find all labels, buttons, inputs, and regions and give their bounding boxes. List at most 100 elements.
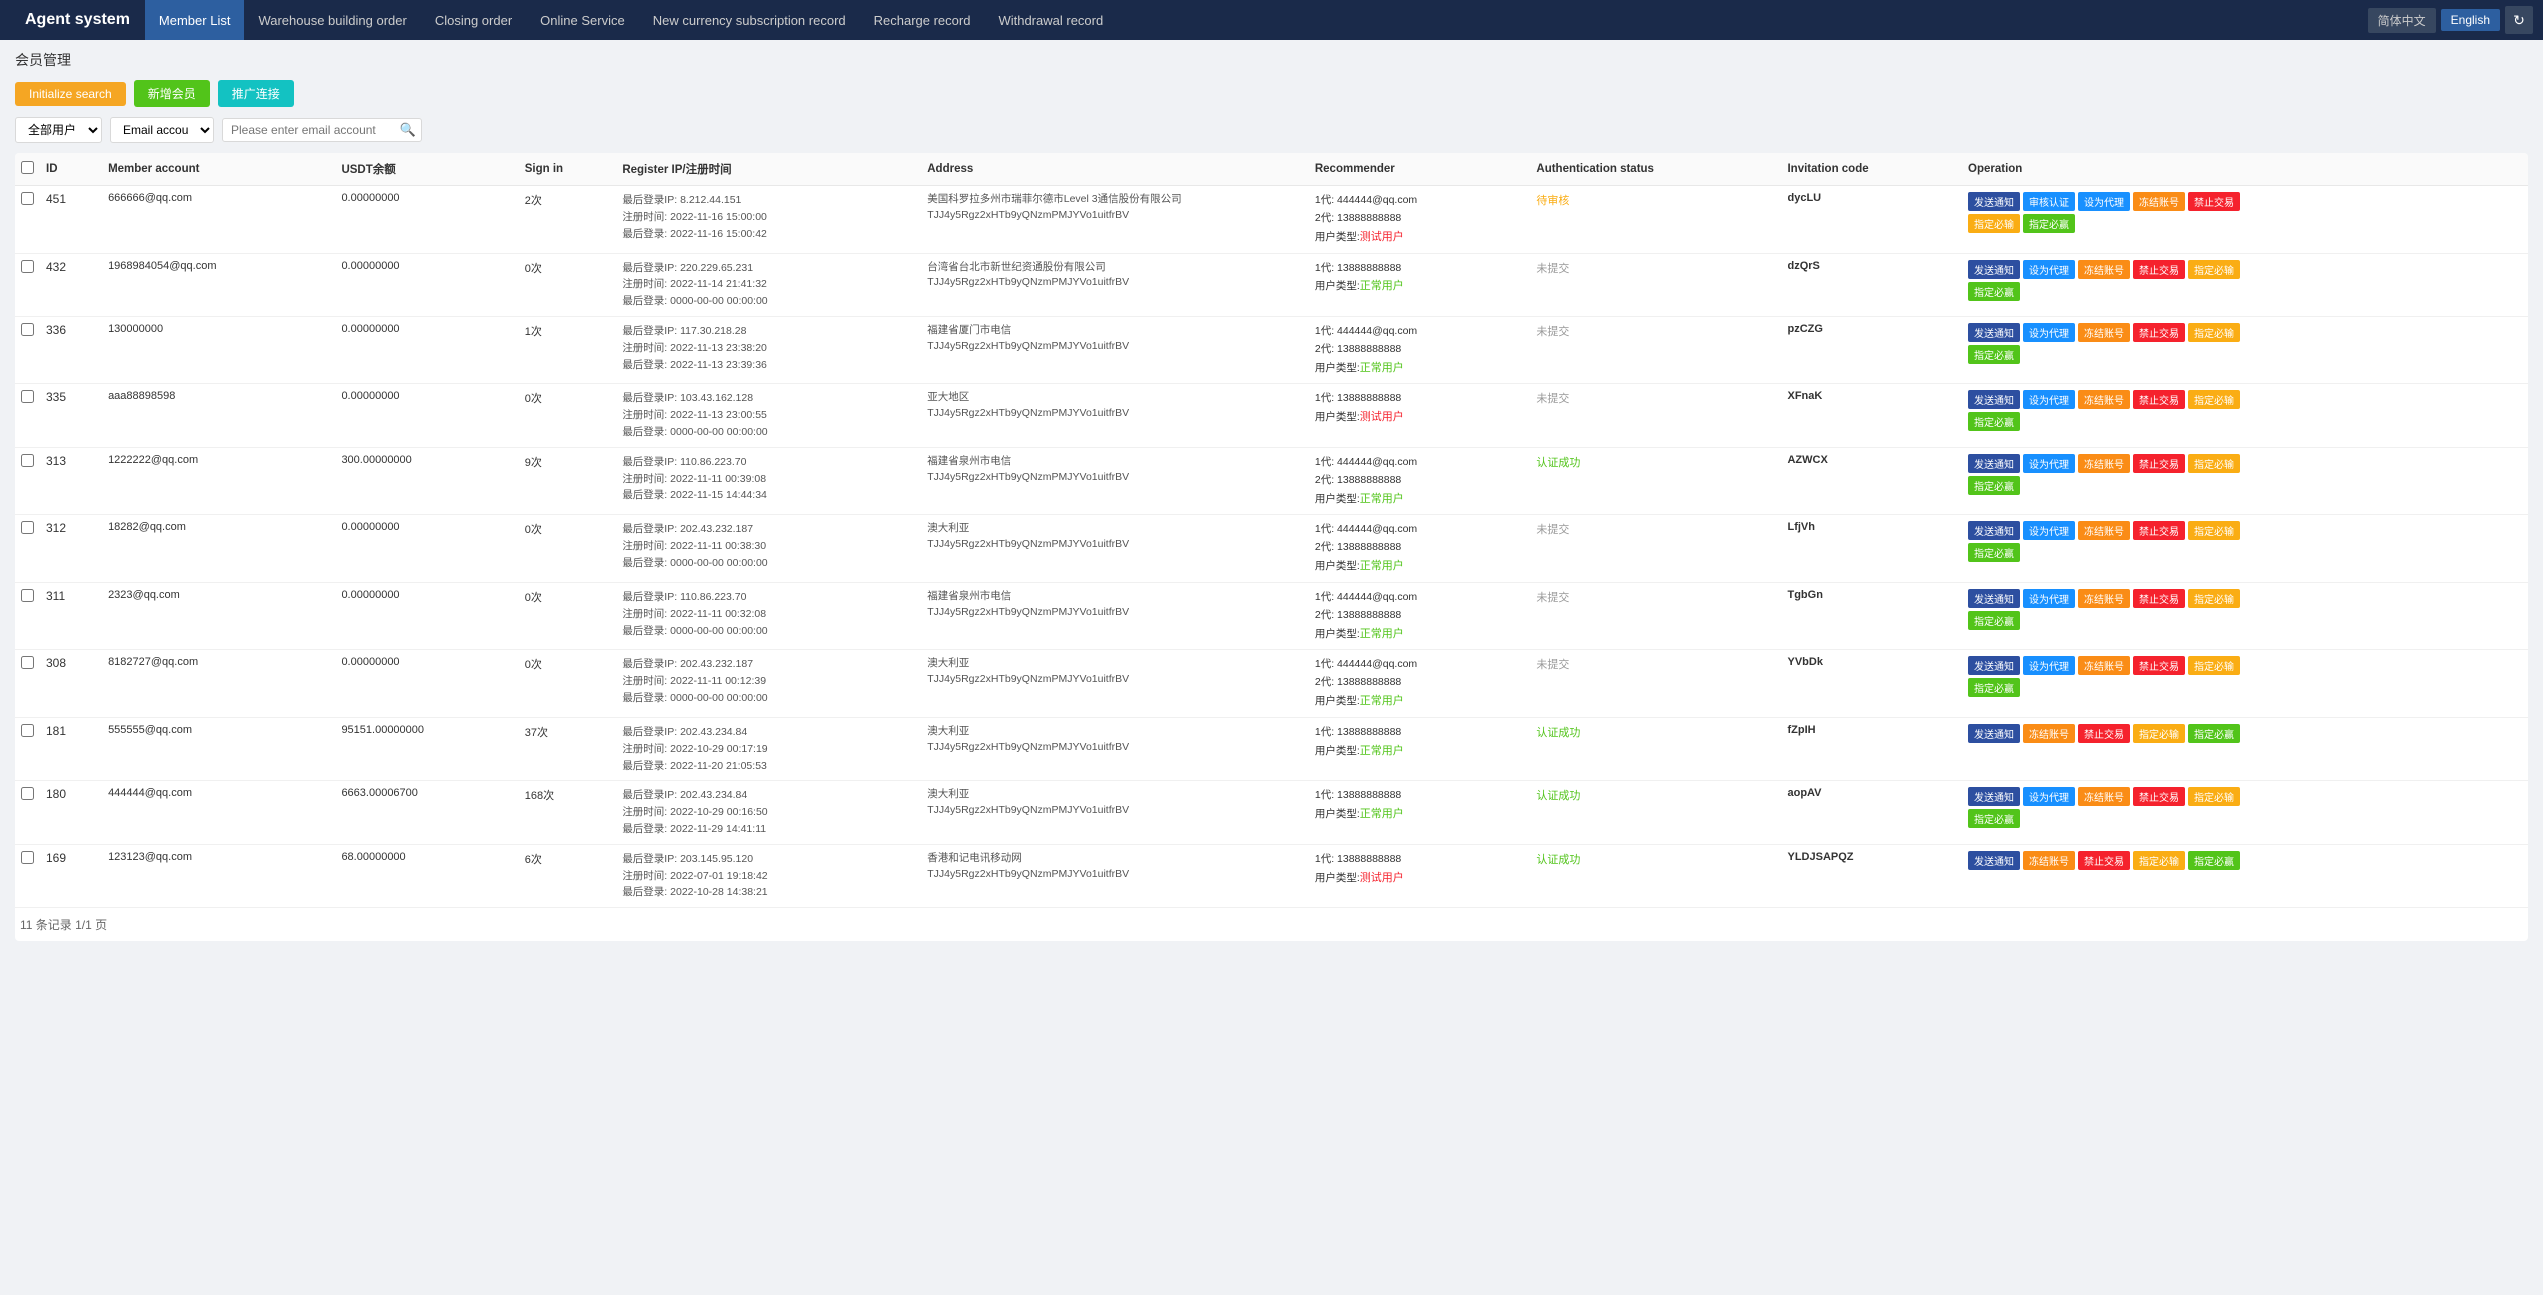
nav-withdrawal[interactable]: Withdrawal record (984, 0, 1117, 40)
row-checkbox[interactable] (21, 323, 34, 336)
op-btn-禁止交易[interactable]: 禁止交易 (2188, 192, 2240, 211)
new-member-button[interactable]: 新增会员 (134, 80, 210, 107)
search-icon[interactable]: 🔍 (400, 122, 416, 138)
op-btn-指定必赢[interactable]: 指定必赢 (1968, 809, 2020, 828)
op-btn-指定必输[interactable]: 指定必输 (2188, 390, 2240, 409)
op-btn-发送通知[interactable]: 发送通知 (1968, 521, 2020, 540)
op-btn-设为代理[interactable]: 设为代理 (2023, 323, 2075, 342)
op-btn-禁止交易[interactable]: 禁止交易 (2133, 787, 2185, 806)
op-btn-冻结账号[interactable]: 冻结账号 (2023, 851, 2075, 870)
lang-en-button[interactable]: English (2441, 9, 2500, 31)
row-checkbox[interactable] (21, 192, 34, 205)
op-btn-指定必输[interactable]: 指定必输 (2188, 323, 2240, 342)
op-btn-指定必赢[interactable]: 指定必赢 (2023, 214, 2075, 233)
cell-ip: 最后登录IP: 110.86.223.70注册时间: 2022-11-11 00… (616, 447, 921, 515)
op-btn-指定必输[interactable]: 指定必输 (2133, 851, 2185, 870)
op-btn-发送通知[interactable]: 发送通知 (1968, 851, 2020, 870)
nav-new-currency[interactable]: New currency subscription record (639, 0, 860, 40)
row-checkbox[interactable] (21, 656, 34, 669)
row-checkbox[interactable] (21, 589, 34, 602)
op-btn-设为代理[interactable]: 设为代理 (2023, 656, 2075, 675)
cell-ip: 最后登录IP: 103.43.162.128注册时间: 2022-11-13 2… (616, 384, 921, 447)
op-btn-冻结账号[interactable]: 冻结账号 (2078, 323, 2130, 342)
op-btn-发送通知[interactable]: 发送通知 (1968, 454, 2020, 473)
op-btn-指定必输[interactable]: 指定必输 (2188, 454, 2240, 473)
op-btn-指定必输[interactable]: 指定必输 (1968, 214, 2020, 233)
op-btn-指定必赢[interactable]: 指定必赢 (1968, 611, 2020, 630)
init-search-button[interactable]: Initialize search (15, 82, 126, 106)
nav-warehouse[interactable]: Warehouse building order (244, 0, 420, 40)
op-btn-指定必输[interactable]: 指定必输 (2188, 521, 2240, 540)
op-btn-禁止交易[interactable]: 禁止交易 (2133, 390, 2185, 409)
op-btn-禁止交易[interactable]: 禁止交易 (2133, 521, 2185, 540)
op-btn-指定必赢[interactable]: 指定必赢 (1968, 678, 2020, 697)
op-btn-冻结账号[interactable]: 冻结账号 (2078, 260, 2130, 279)
op-btn-冻结账号[interactable]: 冻结账号 (2078, 787, 2130, 806)
op-btn-发送通知[interactable]: 发送通知 (1968, 724, 2020, 743)
cell-account: 555555@qq.com (102, 717, 335, 780)
row-checkbox[interactable] (21, 260, 34, 273)
op-btn-发送通知[interactable]: 发送通知 (1968, 656, 2020, 675)
op-btn-设为代理[interactable]: 设为代理 (2023, 390, 2075, 409)
op-btn-冻结账号[interactable]: 冻结账号 (2078, 656, 2130, 675)
op-btn-设为代理[interactable]: 设为代理 (2023, 521, 2075, 540)
op-btn-冻结账号[interactable]: 冻结账号 (2078, 521, 2130, 540)
op-btn-设为代理[interactable]: 设为代理 (2023, 260, 2075, 279)
op-btn-禁止交易[interactable]: 禁止交易 (2078, 724, 2130, 743)
row-checkbox[interactable] (21, 787, 34, 800)
op-btn-设为代理[interactable]: 设为代理 (2023, 787, 2075, 806)
op-btn-指定必输[interactable]: 指定必输 (2188, 787, 2240, 806)
cell-ip: 最后登录IP: 117.30.218.28注册时间: 2022-11-13 23… (616, 316, 921, 384)
op-btn-设为代理[interactable]: 设为代理 (2078, 192, 2130, 211)
op-btn-禁止交易[interactable]: 禁止交易 (2078, 851, 2130, 870)
cell-operation: 发送通知设为代理冻结账号禁止交易指定必输指定必赢 (1962, 384, 2528, 447)
row-checkbox[interactable] (21, 521, 34, 534)
op-btn-指定必赢[interactable]: 指定必赢 (1968, 412, 2020, 431)
op-btn-发送通知[interactable]: 发送通知 (1968, 323, 2020, 342)
op-btn-冻结账号[interactable]: 冻结账号 (2023, 724, 2075, 743)
op-btn-发送通知[interactable]: 发送通知 (1968, 260, 2020, 279)
op-btn-禁止交易[interactable]: 禁止交易 (2133, 323, 2185, 342)
op-btn-禁止交易[interactable]: 禁止交易 (2133, 589, 2185, 608)
nav-recharge[interactable]: Recharge record (860, 0, 985, 40)
op-btn-冻结账号[interactable]: 冻结账号 (2078, 589, 2130, 608)
op-btn-冻结账号[interactable]: 冻结账号 (2133, 192, 2185, 211)
select-all-checkbox[interactable] (21, 161, 34, 174)
op-btn-冻结账号[interactable]: 冻结账号 (2078, 390, 2130, 409)
op-btn-指定必输[interactable]: 指定必输 (2188, 589, 2240, 608)
op-btn-冻结账号[interactable]: 冻结账号 (2078, 454, 2130, 473)
op-btn-指定必输[interactable]: 指定必输 (2188, 260, 2240, 279)
op-btn-指定必赢[interactable]: 指定必赢 (1968, 345, 2020, 364)
op-btn-发送通知[interactable]: 发送通知 (1968, 589, 2020, 608)
row-checkbox[interactable] (21, 851, 34, 864)
op-btn-指定必赢[interactable]: 指定必赢 (1968, 543, 2020, 562)
row-checkbox[interactable] (21, 724, 34, 737)
promo-link-button[interactable]: 推广连接 (218, 80, 294, 107)
op-btn-发送通知[interactable]: 发送通知 (1968, 787, 2020, 806)
op-btn-审核认证[interactable]: 审核认证 (2023, 192, 2075, 211)
search-input[interactable] (222, 118, 422, 142)
cell-usdt: 0.00000000 (335, 316, 518, 384)
op-btn-指定必赢[interactable]: 指定必赢 (1968, 282, 2020, 301)
search-field-select[interactable]: Email accou (110, 117, 214, 143)
op-btn-指定必赢[interactable]: 指定必赢 (2188, 851, 2240, 870)
row-checkbox[interactable] (21, 454, 34, 467)
user-type-select[interactable]: 全部用户 (15, 117, 102, 143)
op-btn-设为代理[interactable]: 设为代理 (2023, 589, 2075, 608)
lang-cn-button[interactable]: 简体中文 (2368, 8, 2436, 33)
op-btn-禁止交易[interactable]: 禁止交易 (2133, 260, 2185, 279)
op-btn-禁止交易[interactable]: 禁止交易 (2133, 656, 2185, 675)
op-btn-指定必输[interactable]: 指定必输 (2188, 656, 2240, 675)
nav-member-list[interactable]: Member List (145, 0, 245, 40)
op-btn-指定必输[interactable]: 指定必输 (2133, 724, 2185, 743)
nav-closing[interactable]: Closing order (421, 0, 526, 40)
op-btn-指定必赢[interactable]: 指定必赢 (1968, 476, 2020, 495)
op-btn-发送通知[interactable]: 发送通知 (1968, 390, 2020, 409)
refresh-button[interactable]: ↻ (2505, 6, 2533, 34)
op-btn-指定必赢[interactable]: 指定必赢 (2188, 724, 2240, 743)
row-checkbox[interactable] (21, 390, 34, 403)
op-btn-禁止交易[interactable]: 禁止交易 (2133, 454, 2185, 473)
nav-online-service[interactable]: Online Service (526, 0, 639, 40)
op-btn-发送通知[interactable]: 发送通知 (1968, 192, 2020, 211)
op-btn-设为代理[interactable]: 设为代理 (2023, 454, 2075, 473)
